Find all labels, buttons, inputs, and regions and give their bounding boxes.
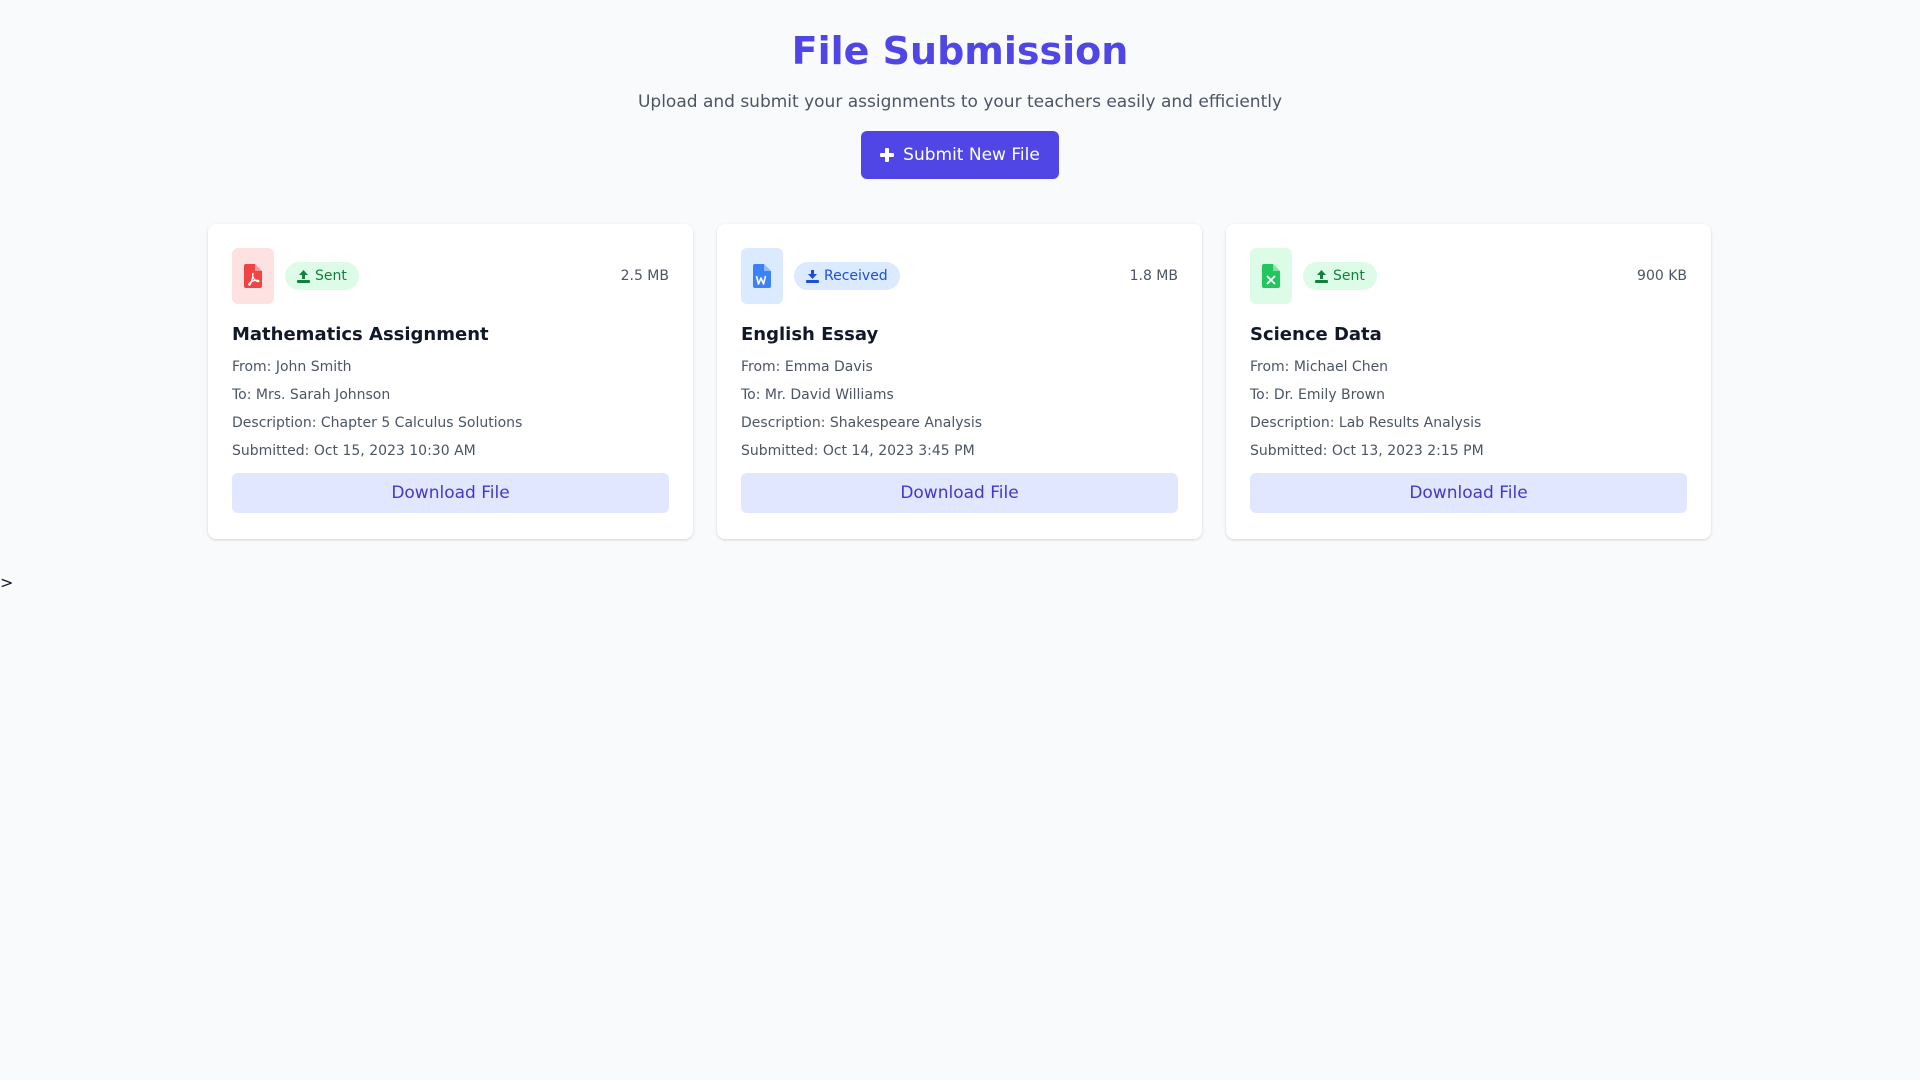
submitted-date: Submitted: Oct 13, 2023 2:15 PM [1250,443,1484,459]
file-title: English Essay [741,324,879,345]
submitted-date: Submitted: Oct 14, 2023 3:45 PM [741,443,975,459]
sender: From: Emma Davis [741,359,873,375]
page-title: File Submission [791,29,1129,73]
sender: From: John Smith [232,359,352,375]
sender: From: Michael Chen [1250,359,1389,375]
submit-new-file-button[interactable]: Submit New File [861,131,1059,179]
description: Description: Lab Results Analysis [1250,415,1482,431]
recipient: To: Dr. Emily Brown [1250,387,1385,403]
submit-new-file-label: Submit New File [903,145,1040,165]
status-badge: Sent [285,262,359,290]
page-header: File Submission Upload and submit your a… [0,0,1920,179]
file-size: 2.5 MB [620,268,669,284]
download-file-button[interactable]: Download File [1250,473,1687,513]
download-file-button[interactable]: Download File [741,473,1178,513]
status-label: Sent [1333,268,1365,284]
download-icon [806,269,819,283]
status-badge: Sent [1303,262,1377,290]
file-excel-icon [1250,248,1292,304]
upload-icon [297,269,310,283]
status-label: Sent [315,268,347,284]
recipient: To: Mrs. Sarah Johnson [232,387,391,403]
page-subtitle: Upload and submit your assignments to yo… [637,92,1283,112]
submitted-date: Submitted: Oct 15, 2023 10:30 AM [232,443,476,459]
file-word-icon [741,248,783,304]
file-size: 1.8 MB [1129,268,1178,284]
plus-icon [880,148,895,162]
download-file-button[interactable]: Download File [232,473,669,513]
file-card: Sent 900 KB Science Data From: Michael C… [1226,224,1711,539]
file-pdf-icon [232,248,274,304]
description: Description: Shakespeare Analysis [741,415,983,431]
stray-text: > [0,573,14,592]
status-label: Received [824,268,888,284]
upload-icon [1315,269,1328,283]
file-card-list: Sent 2.5 MB Mathematics Assignment From:… [208,224,1711,539]
description: Description: Chapter 5 Calculus Solution… [232,415,523,431]
recipient: To: Mr. David Williams [741,387,894,403]
file-title: Mathematics Assignment [232,324,489,345]
file-card: Received 1.8 MB English Essay From: Emma… [717,224,1202,539]
file-size: 900 KB [1637,268,1687,284]
status-badge: Received [794,262,900,290]
file-title: Science Data [1250,324,1382,345]
file-card: Sent 2.5 MB Mathematics Assignment From:… [208,224,693,539]
